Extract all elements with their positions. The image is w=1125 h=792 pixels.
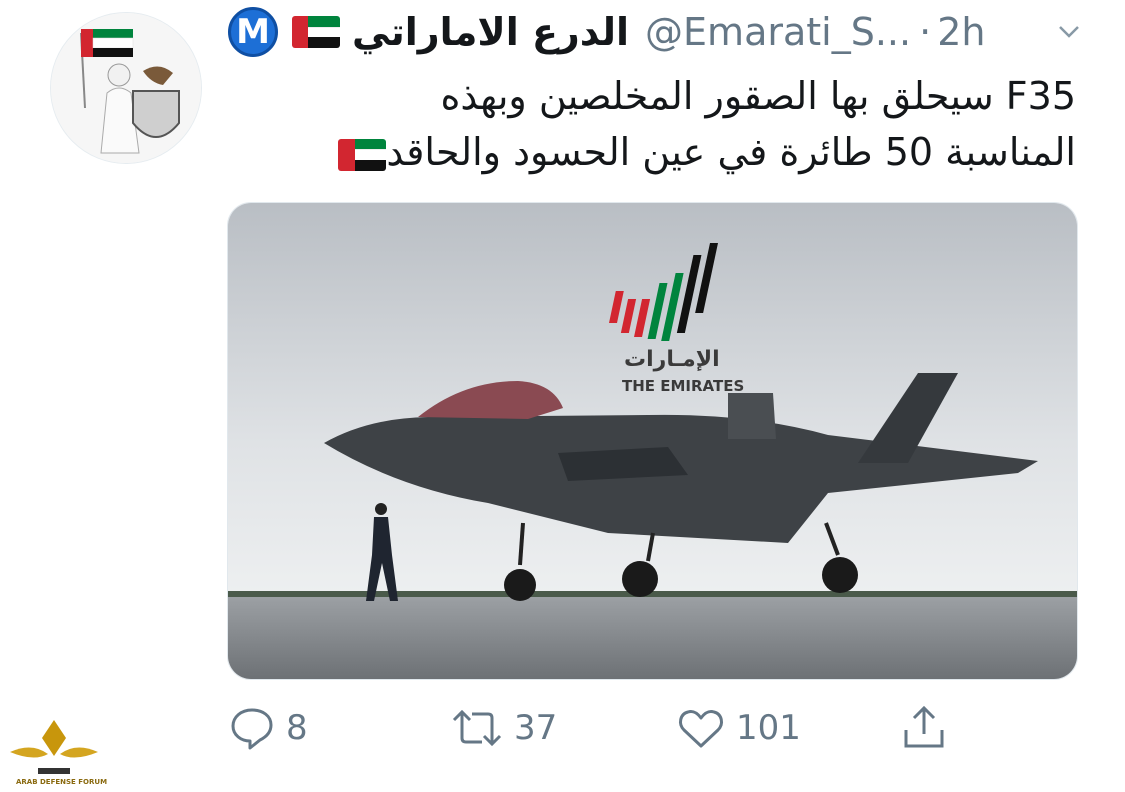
display-name[interactable]: الدرع الاماراتي: [352, 10, 629, 54]
emirates-logo-arabic: الإمـارات: [624, 347, 720, 372]
retweet-count: 37: [514, 708, 558, 748]
separator-dot: ·: [919, 10, 932, 54]
tweet-text-line-2: المناسبة 50 طائرة في عين الحسود والحاقد: [240, 124, 1076, 180]
tweet-media-image[interactable]: الإمـارات THE EMIRATES: [227, 202, 1078, 680]
f35-photo: [228, 203, 1077, 679]
like-button[interactable]: 101: [676, 704, 801, 752]
tweet-text-line-1: F35 سيحلق بها الصقور المخلصين وبهذه: [440, 74, 1076, 118]
tweet-actions: 8 37 101: [228, 704, 988, 760]
profile-avatar[interactable]: [50, 12, 202, 164]
share-button[interactable]: [900, 704, 958, 752]
reply-count: 8: [286, 708, 308, 748]
uae-flag-icon: [338, 138, 387, 171]
tweet-header: M الدرع الاماراتي @Emarati_S... · 2h: [228, 6, 1088, 58]
tweet-text-line-2-text: المناسبة 50 طائرة في عين الحسود والحاقد: [386, 130, 1076, 174]
like-icon: [679, 710, 723, 748]
retweet-button[interactable]: 37: [450, 704, 557, 752]
reply-button[interactable]: 8: [228, 704, 308, 752]
like-count: 101: [736, 708, 801, 748]
share-icon: [904, 705, 944, 748]
chevron-down-icon[interactable]: [1058, 25, 1080, 39]
m-badge-icon: M: [228, 7, 278, 57]
avatar-image: [51, 13, 201, 163]
timestamp[interactable]: 2h: [937, 10, 985, 54]
uae-flag-icon: [292, 16, 340, 48]
reply-icon: [231, 708, 273, 750]
watermark-label: ARAB DEFENSE FORUM: [16, 778, 108, 786]
emirates-logo-english: THE EMIRATES: [622, 377, 745, 395]
retweet-icon: [452, 709, 502, 747]
user-handle[interactable]: @Emarati_S...: [645, 10, 911, 54]
tweet-text: F35 سيحلق بها الصقور المخلصين وبهذه المن…: [240, 68, 1076, 180]
